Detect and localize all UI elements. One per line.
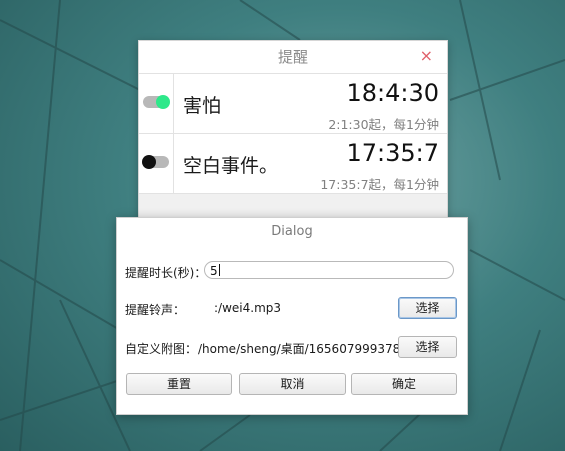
- close-icon[interactable]: ×: [420, 47, 433, 65]
- image-label: 自定义附图：: [125, 342, 198, 356]
- enable-toggle[interactable]: [142, 155, 169, 169]
- choose-image-button[interactable]: 选择: [398, 336, 457, 358]
- text-cursor: [218, 264, 220, 276]
- reminder-name: 空白事件。: [183, 155, 279, 177]
- choose-sound-button[interactable]: 选择: [398, 297, 457, 319]
- reminder-time: 18:4:30: [346, 79, 439, 107]
- sound-path: :/wei4.mp3: [214, 301, 282, 315]
- settings-dialog: Dialog 提醒时长(秒)： 5 提醒铃声： :/wei4.mp3 选择 自定…: [116, 217, 468, 415]
- sound-label: 提醒铃声：: [125, 303, 186, 317]
- reminder-window-title: 提醒: [139, 41, 447, 74]
- reminder-schedule: 17:35:7起，每1分钟: [320, 177, 439, 192]
- toggle-knob: [142, 155, 156, 169]
- reminder-name: 害怕: [183, 95, 222, 117]
- image-path: /home/sheng/桌面/165607999378.png: [198, 342, 427, 356]
- ok-button[interactable]: 确定: [351, 373, 457, 395]
- duration-label: 提醒时长(秒)：: [125, 266, 207, 280]
- toggle-cell: [139, 133, 174, 193]
- duration-value: 5: [210, 264, 218, 278]
- toggle-knob: [156, 95, 170, 109]
- reminder-item[interactable]: 空白事件。 17:35:7 17:35:7起，每1分钟: [139, 133, 447, 194]
- reset-button[interactable]: 重置: [126, 373, 232, 395]
- reminder-time: 17:35:7: [346, 139, 439, 167]
- duration-input[interactable]: 5: [204, 261, 454, 279]
- dialog-title: Dialog: [271, 224, 313, 239]
- reminder-window: 提醒 × 害怕 18:4:30 2:1:30起，每1分钟 空白事件。 17:35…: [138, 40, 448, 222]
- reminder-schedule: 2:1:30起，每1分钟: [328, 117, 439, 132]
- reminder-item[interactable]: 害怕 18:4:30 2:1:30起，每1分钟: [139, 73, 447, 134]
- enable-toggle[interactable]: [143, 95, 170, 109]
- toggle-cell: [139, 73, 174, 133]
- cancel-button[interactable]: 取消: [239, 373, 346, 395]
